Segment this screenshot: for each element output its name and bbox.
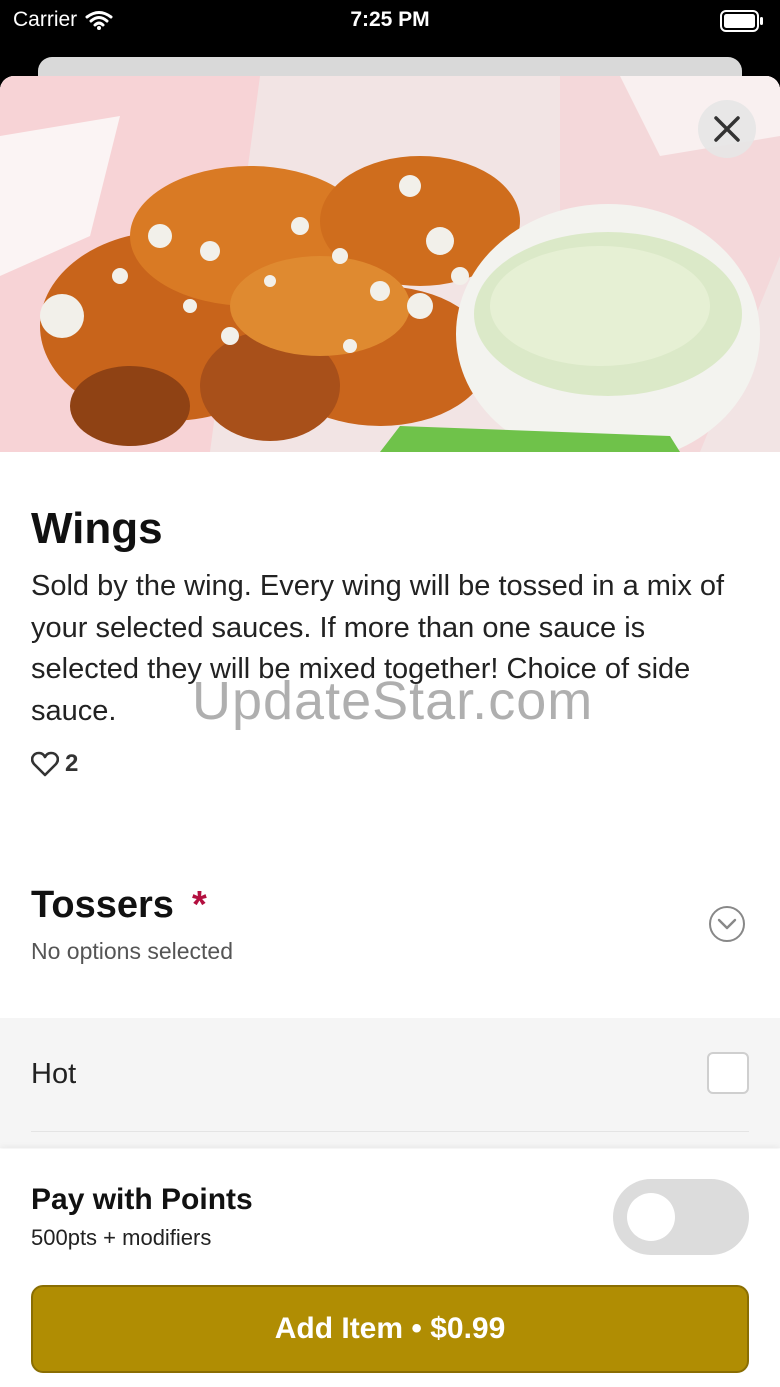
item-title: Wings — [31, 504, 163, 553]
like-button[interactable]: 2 — [31, 750, 78, 778]
heart-icon — [31, 751, 59, 777]
checkout-bar: Pay with Points 500pts + modifiers Add I… — [0, 1149, 780, 1387]
toggle-knob — [627, 1193, 675, 1241]
option-label: Hot — [31, 1058, 77, 1090]
modifier-group-title[interactable]: Tossers * — [31, 884, 207, 927]
divider — [31, 1131, 749, 1132]
pay-with-points-subtitle: 500pts + modifiers — [31, 1225, 212, 1250]
chevron-down-icon[interactable] — [708, 905, 746, 943]
modifier-group-name: Tossers — [31, 884, 174, 926]
required-marker: * — [191, 884, 207, 926]
option-row-hot[interactable]: Hot — [0, 1018, 780, 1148]
like-count: 2 — [65, 750, 79, 777]
pay-with-points-title: Pay with Points — [31, 1183, 253, 1216]
status-time: 7:25 PM — [350, 8, 430, 31]
add-item-button[interactable]: Add Item • $0.99 — [31, 1285, 749, 1373]
close-icon — [714, 116, 740, 142]
status-bar: Carrier 7:25 PM — [0, 0, 780, 56]
close-button[interactable] — [698, 100, 756, 158]
battery-icon — [720, 10, 763, 32]
item-photo — [0, 76, 780, 452]
pay-with-points-toggle[interactable] — [613, 1179, 749, 1255]
item-description: Sold by the wing. Every wing will be tos… — [31, 570, 725, 727]
item-detail-sheet: Wings Sold by the wing. Every wing will … — [0, 76, 780, 1387]
option-checkbox[interactable] — [707, 1052, 749, 1094]
modifier-group-status: No options selected — [31, 938, 234, 964]
